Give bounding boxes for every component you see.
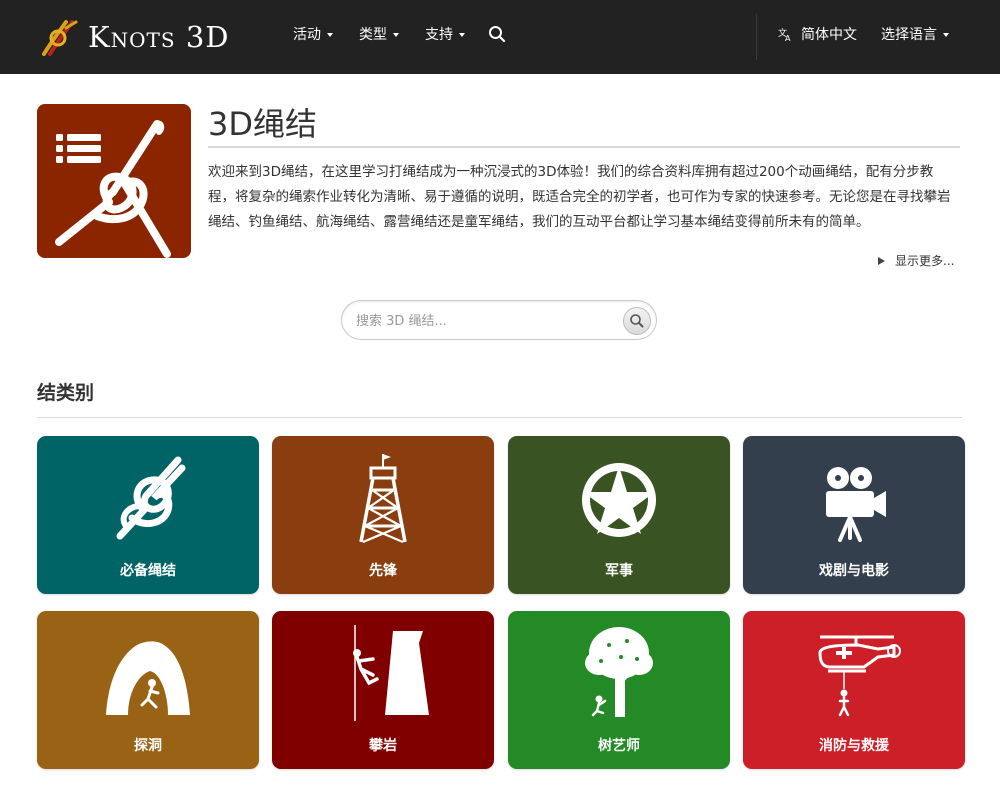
- category-tile-arborist[interactable]: 树艺师: [508, 611, 730, 769]
- tree-icon: [585, 627, 653, 717]
- category-label: 消防与救援: [819, 738, 889, 754]
- category-tile-climbing[interactable]: 攀岩: [272, 611, 494, 769]
- chevron-down-icon: [327, 32, 333, 37]
- nav-support-dropdown[interactable]: 支持: [425, 24, 465, 44]
- chevron-down-icon: [393, 32, 399, 37]
- nav-divider: [756, 14, 757, 60]
- brand[interactable]: Knots 3D: [36, 14, 230, 60]
- search-icon[interactable]: [488, 25, 506, 43]
- category-label: 戏剧与电影: [819, 563, 889, 579]
- category-tile-military[interactable]: 军事: [508, 436, 730, 594]
- climber-icon: [353, 625, 429, 721]
- category-label: 树艺师: [598, 738, 640, 754]
- tower-icon: [359, 454, 407, 544]
- knot-list-icon: [55, 120, 171, 258]
- knot-icon: [116, 456, 186, 540]
- svg-text:A: A: [785, 34, 791, 41]
- current-language[interactable]: 文 A 简体中文: [778, 24, 857, 44]
- category-label: 军事: [605, 563, 633, 579]
- brand-name: Knots 3D: [88, 20, 230, 54]
- category-tile-pioneering[interactable]: 先锋: [272, 436, 494, 594]
- category-label: 先锋: [369, 563, 397, 579]
- nav-activities-dropdown[interactable]: 活动: [293, 24, 333, 44]
- category-label: 探洞: [134, 738, 162, 754]
- brand-logo-icon: [42, 20, 78, 56]
- search-icon: [630, 314, 644, 328]
- category-tile-caving[interactable]: 探洞: [37, 611, 259, 769]
- triangle-right-icon: [878, 256, 885, 265]
- select-language-label: 选择语言: [881, 27, 937, 43]
- star-icon: [582, 463, 656, 537]
- chevron-down-icon: [459, 32, 465, 37]
- intro-paragraph: 欢迎来到3D绳结，在这里学习打绳结成为一种沉浸式的3D体验！我们的综合资料库拥有…: [208, 164, 951, 230]
- nav-types-dropdown[interactable]: 类型: [359, 24, 399, 44]
- knot-search-box: [341, 300, 657, 340]
- helicopter-icon: [818, 635, 901, 717]
- show-more-toggle[interactable]: 显示更多...: [878, 252, 954, 269]
- section-divider: [37, 417, 962, 418]
- category-tile-theatre-film[interactable]: 戏剧与电影: [743, 436, 965, 594]
- select-language-dropdown[interactable]: 选择语言: [881, 24, 949, 44]
- search-input[interactable]: [356, 310, 616, 332]
- nav-support-label: 支持: [425, 27, 453, 43]
- section-title: 结类别: [37, 382, 95, 404]
- nav-activities-label: 活动: [293, 27, 321, 43]
- chevron-down-icon: [943, 32, 949, 37]
- nav-types-label: 类型: [359, 27, 387, 43]
- title-divider: [208, 146, 960, 148]
- category-label: 攀岩: [369, 738, 397, 754]
- film-camera-icon: [826, 467, 886, 542]
- hero-knot-image: [37, 104, 191, 258]
- category-tile-fire-rescue[interactable]: 消防与救援: [743, 611, 965, 769]
- translate-icon: 文 A: [778, 27, 791, 41]
- category-tile-essential[interactable]: 必备绳结: [37, 436, 259, 594]
- category-label: 必备绳结: [120, 563, 176, 579]
- top-navbar: Knots 3D 活动 类型 支持 文 A 简体中文 选择语言: [0, 0, 1000, 74]
- current-language-label: 简体中文: [801, 27, 857, 43]
- show-more-label: 显示更多...: [895, 254, 955, 268]
- search-button[interactable]: [623, 307, 651, 335]
- cave-icon: [106, 641, 190, 715]
- page-title: 3D绳结: [208, 105, 318, 143]
